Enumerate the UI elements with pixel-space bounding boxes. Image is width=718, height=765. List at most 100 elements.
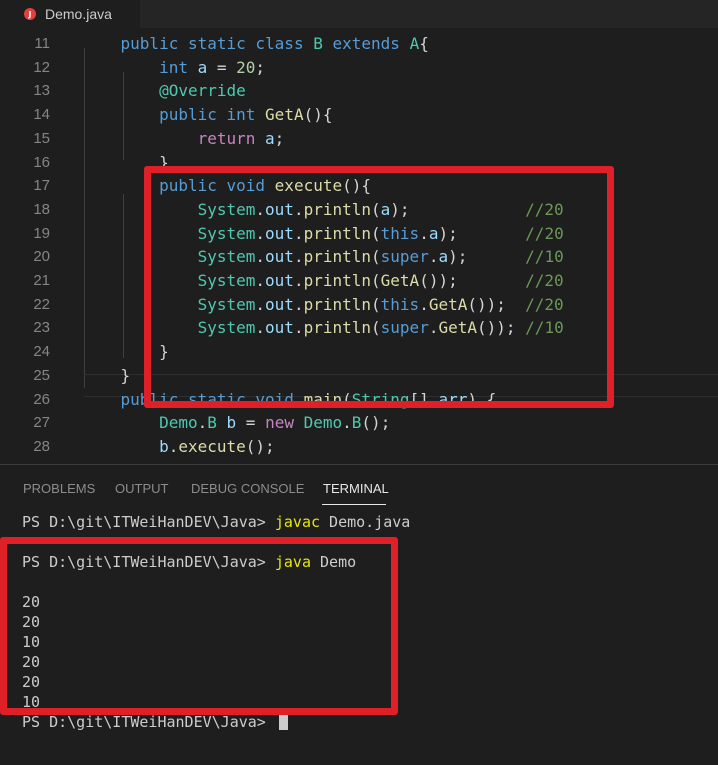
code-token: class [255,34,304,53]
line-code: int a = 20; [82,56,265,80]
line-code: Demo.B b = new Demo.B(); [82,411,390,435]
code-token: @Override [159,81,246,101]
code-token: new [265,413,294,433]
code-token: } [82,365,131,385]
active-tab-indicator [322,504,386,505]
line-number: 18 [33,200,50,218]
code-token: public [159,105,217,125]
line-number: 15 [33,129,50,147]
line-number: 14 [33,106,50,124]
code-editor[interactable]: 11 public static class B extends A{12 in… [0,32,718,464]
line-number: 26 [33,390,50,408]
code-token: . [197,413,208,433]
code-token: . [168,436,179,456]
tab-output[interactable]: OUTPUT [115,481,168,496]
line-number: 24 [33,343,50,361]
bottom-panel: PROBLEMS OUTPUT DEBUG CONSOLE TERMINAL P… [0,464,718,765]
java-file-icon: J [24,8,36,20]
code-token: ; [274,128,285,148]
code-token: extends [332,34,400,53]
terminal-line-prompt: PS D:\git\ITWeiHanDEV\Java> [22,712,288,732]
code-line: 14 public int GetA(){ [0,103,718,127]
code-token: A [409,34,420,53]
line-number: 27 [33,414,50,432]
highlight-box-code [144,166,614,408]
code-token: (); [245,436,275,456]
code-token: = [236,413,266,433]
code-token: public [120,34,179,53]
code-token: { [419,34,429,53]
code-token: (); [361,413,391,433]
terminal-prompt: PS D:\git\ITWeiHanDEV\Java> [22,713,275,731]
line-code: b.execute(); [82,435,275,459]
highlight-box-terminal [0,537,398,715]
code-token: int [226,105,256,125]
line-number: 19 [33,224,50,242]
line-code: public int GetA(){ [82,103,332,127]
code-token: (){ [303,105,333,125]
code-line: 15 return a; [0,127,718,151]
code-token: . [342,413,352,433]
code-line: 11 public static class B extends A{ [0,32,718,56]
code-token: execute [178,436,246,456]
tab-debug-console[interactable]: DEBUG CONSOLE [191,481,304,496]
line-code: public static class B extends A{ [82,32,429,56]
line-number: 13 [33,82,50,100]
tab-terminal[interactable]: TERMINAL [323,481,389,496]
terminal-command-arg: Demo.java [320,513,411,531]
code-token: = [207,57,237,77]
terminal-cursor [278,713,288,730]
code-line: 13 @Override [0,79,718,103]
tab-filename: Demo.java [45,6,112,22]
line-number: 21 [33,272,50,289]
code-line: 28 b.execute(); [0,435,718,459]
code-token: ; [255,57,266,77]
line-number: 28 [33,437,50,455]
code-token: Demo [303,413,343,433]
code-token: a [197,57,208,77]
code-token: return [197,128,256,148]
line-number: 25 [33,366,50,384]
code-token: b [226,413,237,433]
code-token: Demo [159,413,198,433]
code-line: 12 int a = 20; [0,56,718,80]
terminal-line-javac: PS D:\git\ITWeiHanDEV\Java> javac Demo.j… [22,512,410,532]
line-code: return a; [82,127,285,151]
line-code: @Override [82,79,246,103]
code-token: int [159,57,188,77]
line-code: } [82,364,131,388]
line-number: 11 [34,35,50,52]
tab-demo-java[interactable]: J Demo.java [0,0,140,28]
code-token: b [159,436,169,456]
code-token: B [351,413,362,433]
code-token: B [313,34,323,53]
line-number: 17 [33,177,50,195]
line-number: 16 [33,153,50,171]
code-line: 27 Demo.B b = new Demo.B(); [0,411,718,435]
code-token: 20 [236,57,256,77]
editor-tab-bar: J Demo.java [0,0,718,28]
code-token: GetA [265,105,304,125]
line-number: 22 [33,295,50,313]
tab-problems[interactable]: PROBLEMS [23,481,95,496]
code-token: B [207,413,217,433]
line-number: 12 [33,58,50,76]
code-token: static [187,34,246,53]
terminal-prompt: PS D:\git\ITWeiHanDEV\Java> [22,513,275,531]
